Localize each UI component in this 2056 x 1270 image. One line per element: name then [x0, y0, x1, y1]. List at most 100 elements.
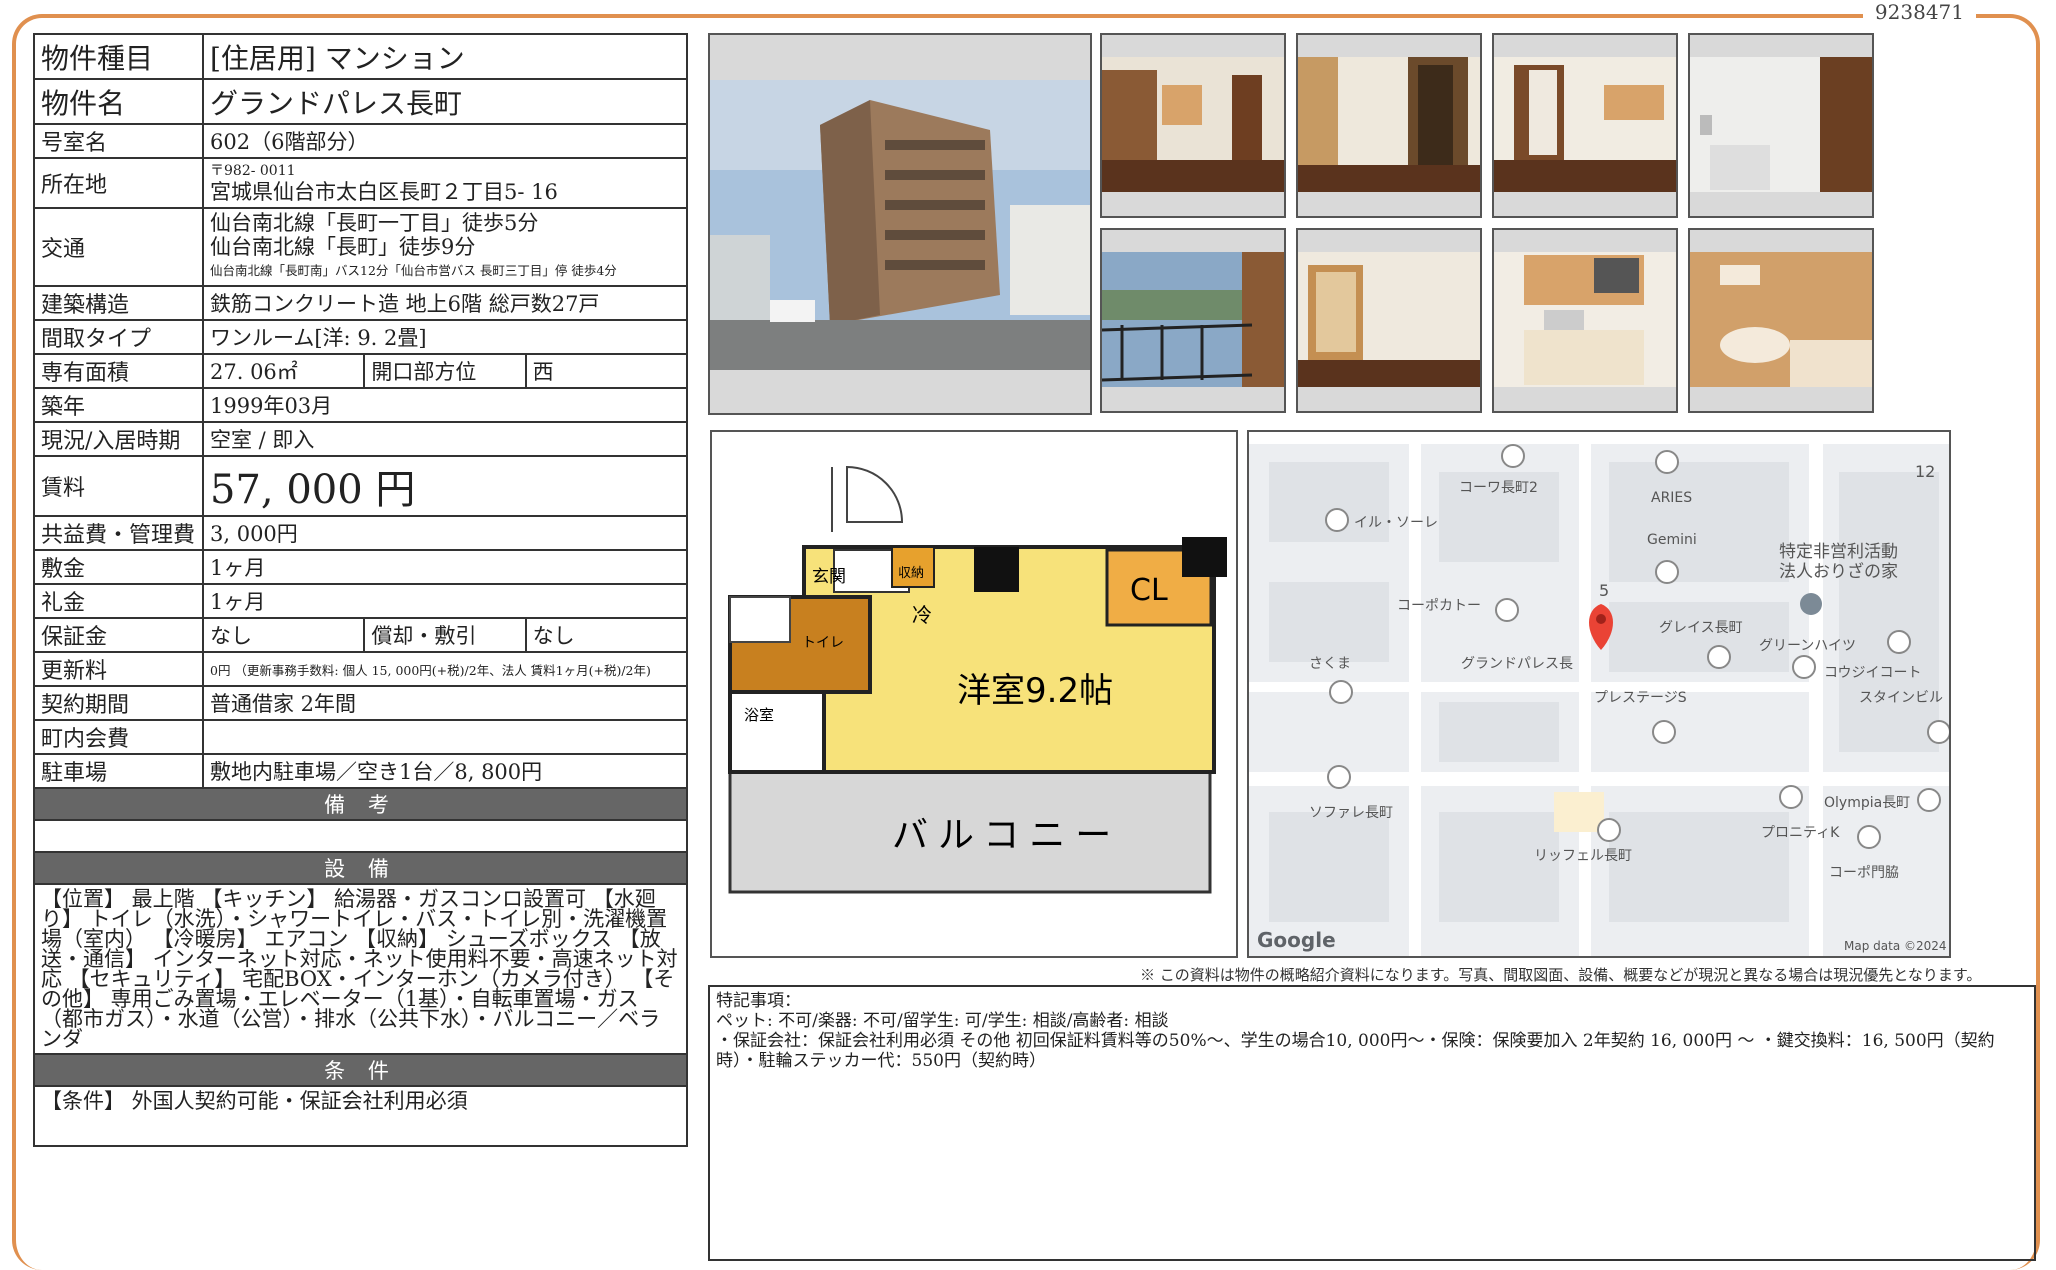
- area-value: 27. 06㎡: [201, 353, 366, 389]
- remarks-header: 備 考: [33, 787, 688, 821]
- equipment-text: 【位置】 最上階 【キッチン】 給湯器・ガスコンロ設置可 【水廻り】 トイレ（水…: [33, 883, 688, 1055]
- guarantee-value: なし: [201, 617, 366, 653]
- storage-label: 収納: [898, 566, 924, 581]
- fee-value: 3, 000円: [202, 515, 688, 551]
- map-label-6: コーポカトー: [1397, 598, 1481, 614]
- structure-value: 鉄筋コンクリート造 地上6階 総戸数27戸: [202, 285, 688, 321]
- area-label: 専有面積: [33, 353, 204, 389]
- interior-photo-7: [1492, 228, 1678, 413]
- interior-photo-1: [1100, 33, 1286, 218]
- conditions-header: 条 件: [33, 1053, 688, 1087]
- map-label-0: コーワ長町2: [1459, 480, 1538, 496]
- built-value: 1999年03月: [202, 387, 688, 423]
- postal-code: 〒982- 0011: [210, 163, 296, 179]
- floor-plan: 玄関 収納 トイレ 冷 CL 洋室9.2帖 浴室 バルコニー: [710, 430, 1238, 958]
- map-label-7: 5: [1599, 581, 1609, 600]
- interior-image-7: [1494, 230, 1676, 411]
- interior-photo-5: [1100, 228, 1286, 413]
- parking-value: 敷地内駐車場／空き1台／8, 800円: [202, 753, 688, 789]
- layout-value: ワンルーム[洋: 9. 2畳]: [202, 319, 688, 355]
- map-label-16: Olympia長町: [1824, 795, 1910, 811]
- map-label-19: コーポ門脇: [1829, 865, 1899, 881]
- name-label: 物件名: [33, 78, 204, 125]
- interior-photo-4: [1688, 33, 1874, 218]
- association-value: [202, 719, 688, 755]
- built-label: 築年: [33, 387, 204, 423]
- address-label: 所在地: [33, 157, 204, 209]
- map-label-4: 特定非営利活動: [1779, 542, 1898, 562]
- bath-label: 浴室: [744, 706, 774, 724]
- facing-label: 開口部方位: [363, 353, 527, 389]
- map-canvas[interactable]: コーワ長町2 ARIES イル・ソーレ Gemini 特定非営利活動 法人おりざ…: [1249, 432, 1949, 956]
- interior-image-4: [1690, 35, 1872, 216]
- special-title: 特記事項：: [716, 991, 801, 1011]
- disclaimer: ※ この資料は物件の概略紹介資料になります。写真、間取図面、設備、概要などが現況…: [1140, 966, 1982, 984]
- fee-label: 共益費・管理費: [33, 515, 204, 551]
- interior-photo-3: [1492, 33, 1678, 218]
- interior-image-6: [1298, 230, 1480, 411]
- association-label: 町内会費: [33, 719, 204, 755]
- spec-table: 物件種目 [住居用] マンション 物件名 グランドパレス長町 号室名 602（6…: [33, 33, 689, 1147]
- room-value: 602（6階部分）: [202, 123, 688, 159]
- address-cell: 〒982- 0011 宮城県仙台市太白区長町２丁目5- 16: [202, 157, 688, 209]
- interior-image-2: [1298, 35, 1480, 216]
- remarks-body: [33, 819, 688, 853]
- contract-value: 普通借家 2年間: [202, 685, 688, 721]
- balcony-label: バルコニー: [892, 815, 1121, 856]
- address-value: 宮城県仙台市太白区長町２丁目5- 16: [210, 180, 558, 204]
- room-label: 洋室9.2帖: [957, 671, 1113, 711]
- map-label-20: 12: [1915, 462, 1935, 481]
- facing-value: 西: [524, 353, 689, 389]
- guarantee-label: 保証金: [33, 617, 204, 653]
- status-label: 現況/入居時期: [33, 421, 204, 457]
- map-label-14: スタインビル: [1859, 690, 1943, 706]
- interior-image-5: [1102, 230, 1284, 411]
- building-exterior-image: [710, 35, 1090, 413]
- location-map[interactable]: コーワ長町2 ARIES イル・ソーレ Gemini 特定非営利活動 法人おりざ…: [1247, 430, 1951, 958]
- amortization-value: なし: [524, 617, 689, 653]
- map-label-5: 法人おりざの家: [1779, 561, 1898, 582]
- map-label-3: Gemini: [1647, 532, 1697, 548]
- building-exterior-photo: [708, 33, 1092, 415]
- map-label-10: さくま: [1309, 656, 1351, 672]
- rent-label: 賃料: [33, 455, 204, 517]
- genkan-label: 玄関: [812, 567, 846, 587]
- map-label-1: ARIES: [1651, 490, 1692, 506]
- interior-photo-2: [1296, 33, 1482, 218]
- fridge-label: 冷: [912, 603, 932, 627]
- renewal-label: 更新料: [33, 651, 204, 687]
- conditions-text: 【条件】 外国人契約可能・保証会社利用必須: [33, 1085, 688, 1147]
- interior-photo-8: [1688, 228, 1874, 413]
- map-label-13: プレステージS: [1594, 690, 1687, 706]
- deposit-value: 1ヶ月: [202, 549, 688, 585]
- floor-plan-drawing: 玄関 収納 トイレ 冷 CL 洋室9.2帖 浴室 バルコニー: [712, 432, 1236, 956]
- name-value: グランドパレス長町: [202, 78, 688, 125]
- map-label-9: グリーンハイツ: [1759, 638, 1856, 654]
- google-logo: Google: [1257, 928, 1336, 952]
- layout-label: 間取タイプ: [33, 319, 204, 355]
- contract-label: 契約期間: [33, 685, 204, 721]
- parking-label: 駐車場: [33, 753, 204, 789]
- rent-value: 57, 000 円: [202, 455, 688, 517]
- amortization-label: 償却・敷引: [363, 617, 527, 653]
- renewal-value: 0円 （更新事務手数料: 個人 15, 000円(+税)/2年、法人 賃料1ヶ月…: [202, 651, 688, 687]
- closet-label: CL: [1130, 573, 1168, 608]
- map-label-17: プロニティK: [1761, 825, 1840, 841]
- access-label: 交通: [33, 207, 204, 287]
- special-line-2: ・保証会社：保証会社利用必須 その他 初回保証料賃料等の50%〜、学生の場合10…: [716, 1031, 1995, 1071]
- special-notes: 特記事項： ペット: 不可/楽器: 不可/留学生: 可/学生: 相談/高齢者: …: [708, 985, 2036, 1261]
- special-line-1: ペット: 不可/楽器: 不可/留学生: 可/学生: 相談/高齢者: 相談: [716, 1011, 1169, 1031]
- key-money-label: 礼金: [33, 583, 204, 619]
- map-label-18: リッフェル長町: [1534, 848, 1632, 864]
- equipment-header: 設 備: [33, 851, 688, 885]
- type-label: 物件種目: [33, 33, 204, 80]
- room-label: 号室名: [33, 123, 204, 159]
- map-label-15: ソファレ長町: [1309, 805, 1393, 821]
- map-label-8: グレイス長町: [1659, 620, 1743, 636]
- key-money-value: 1ヶ月: [202, 583, 688, 619]
- access-line-3: 仙台南北線「長町南」バス12分「仙台市営バス 長町三丁目」停 徒歩4分: [210, 263, 617, 278]
- structure-label: 建築構造: [33, 285, 204, 321]
- interior-image-3: [1494, 35, 1676, 216]
- document-id: 9238471: [1862, 0, 1976, 24]
- access-line-2: 仙台南北線「長町」徒歩9分: [210, 235, 476, 259]
